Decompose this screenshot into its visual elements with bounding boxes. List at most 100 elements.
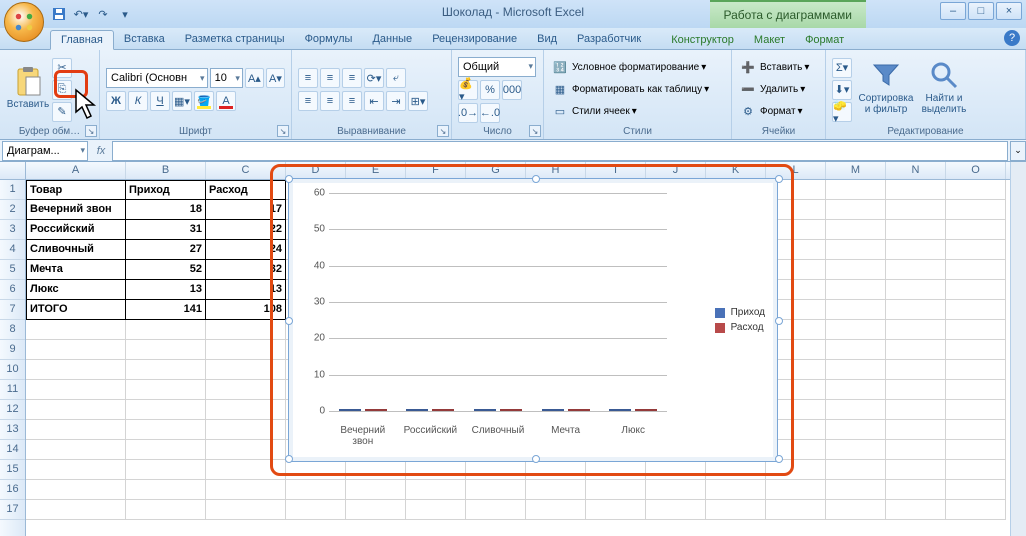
col-header[interactable]: B [126,162,206,179]
align-middle-button[interactable]: ≡ [320,68,340,88]
cell[interactable] [826,200,886,220]
autosum-button[interactable]: Σ▾ [832,58,852,78]
row-header[interactable]: 3 [0,220,25,240]
decrease-indent-button[interactable]: ⇤ [364,91,384,111]
fill-button[interactable]: ⬇▾ [832,80,852,100]
col-header[interactable]: D [286,162,346,179]
cell[interactable] [886,220,946,240]
cell[interactable] [826,240,886,260]
cell[interactable] [826,340,886,360]
cell[interactable] [346,500,406,520]
cell[interactable]: 31 [126,220,206,240]
font-color-button[interactable]: A [216,91,236,111]
col-header[interactable]: O [946,162,1006,179]
cell[interactable] [526,480,586,500]
cell[interactable] [886,460,946,480]
col-header[interactable]: I [586,162,646,179]
cell[interactable] [126,420,206,440]
cell[interactable] [826,300,886,320]
paste-button[interactable]: Вставить [6,54,50,120]
cell[interactable] [286,460,346,480]
wrap-text-button[interactable]: ⤶ [386,68,406,88]
cell[interactable] [706,480,766,500]
delete-cells-button[interactable]: ➖Удалить ▾ [738,80,819,100]
cell[interactable] [346,480,406,500]
cell[interactable] [26,340,126,360]
decrease-decimal-button[interactable]: ←.0 [480,103,500,123]
cell[interactable]: 17 [206,200,286,220]
comma-button[interactable]: 000 [502,80,522,100]
cell[interactable] [946,320,1006,340]
cell[interactable] [826,220,886,240]
cell[interactable] [286,480,346,500]
sort-filter-button[interactable]: Сортировка и фильтр [856,54,916,120]
cell[interactable] [646,500,706,520]
row-headers[interactable]: 1234567891011121314151617 [0,180,26,536]
cell[interactable] [126,400,206,420]
cell[interactable]: 24 [206,240,286,260]
cell[interactable] [946,200,1006,220]
cell[interactable] [886,380,946,400]
cell[interactable] [886,360,946,380]
cell[interactable] [946,380,1006,400]
row-header[interactable]: 6 [0,280,25,300]
cell[interactable] [946,420,1006,440]
cell[interactable] [346,460,406,480]
col-header[interactable]: E [346,162,406,179]
cell[interactable] [826,420,886,440]
cell[interactable]: 32 [206,260,286,280]
row-header[interactable]: 1 [0,180,25,200]
cell[interactable] [586,500,646,520]
cell[interactable] [26,360,126,380]
cell[interactable] [826,180,886,200]
cell[interactable]: 141 [126,300,206,320]
chart-plot-area[interactable]: 0102030405060 [329,193,667,411]
restore-button[interactable]: □ [968,2,994,20]
cut-button[interactable]: ✂ [52,58,72,78]
format-as-table-button[interactable]: ▦Форматировать как таблицу ▾ [550,80,725,100]
cell[interactable]: 52 [126,260,206,280]
cell[interactable] [706,500,766,520]
cell[interactable]: 18 [126,200,206,220]
row-header[interactable]: 9 [0,340,25,360]
chart-bar[interactable] [474,409,496,411]
row-header[interactable]: 13 [0,420,25,440]
cell[interactable] [886,240,946,260]
cell[interactable] [26,400,126,420]
cell[interactable] [26,420,126,440]
row-header[interactable]: 7 [0,300,25,320]
tab-Рецензирование[interactable]: Рецензирование [422,30,527,49]
cell[interactable] [826,400,886,420]
cell[interactable] [126,320,206,340]
cell[interactable] [946,260,1006,280]
align-top-button[interactable]: ≡ [298,68,318,88]
col-header[interactable]: F [406,162,466,179]
chart-resize-handle[interactable] [532,175,540,183]
cell[interactable] [406,460,466,480]
cell[interactable] [826,480,886,500]
formula-input[interactable] [112,141,1008,161]
redo-icon[interactable]: ↷ [94,5,112,23]
cell[interactable] [826,320,886,340]
cell[interactable] [206,480,286,500]
alignment-launcher[interactable]: ↘ [437,125,449,137]
tab-Формат[interactable]: Формат [795,31,854,49]
tab-Макет[interactable]: Макет [744,31,795,49]
font-size-combo[interactable]: 10 [210,68,243,88]
tab-Главная[interactable]: Главная [50,30,114,50]
cell[interactable] [946,300,1006,320]
chart-resize-handle[interactable] [775,317,783,325]
cell[interactable] [826,360,886,380]
bold-button[interactable]: Ж [106,91,126,111]
tab-Вид[interactable]: Вид [527,30,567,49]
cell[interactable] [646,480,706,500]
chart-bar[interactable] [432,409,454,411]
cell[interactable] [586,480,646,500]
chart-bar[interactable] [635,409,657,411]
currency-button[interactable]: 💰▾ [458,80,478,100]
cell[interactable]: Сливочный [26,240,126,260]
cell[interactable] [26,440,126,460]
qat-customize-icon[interactable]: ▾ [116,5,134,23]
align-right-button[interactable]: ≡ [342,91,362,111]
legend-item[interactable]: Приход [715,307,765,318]
